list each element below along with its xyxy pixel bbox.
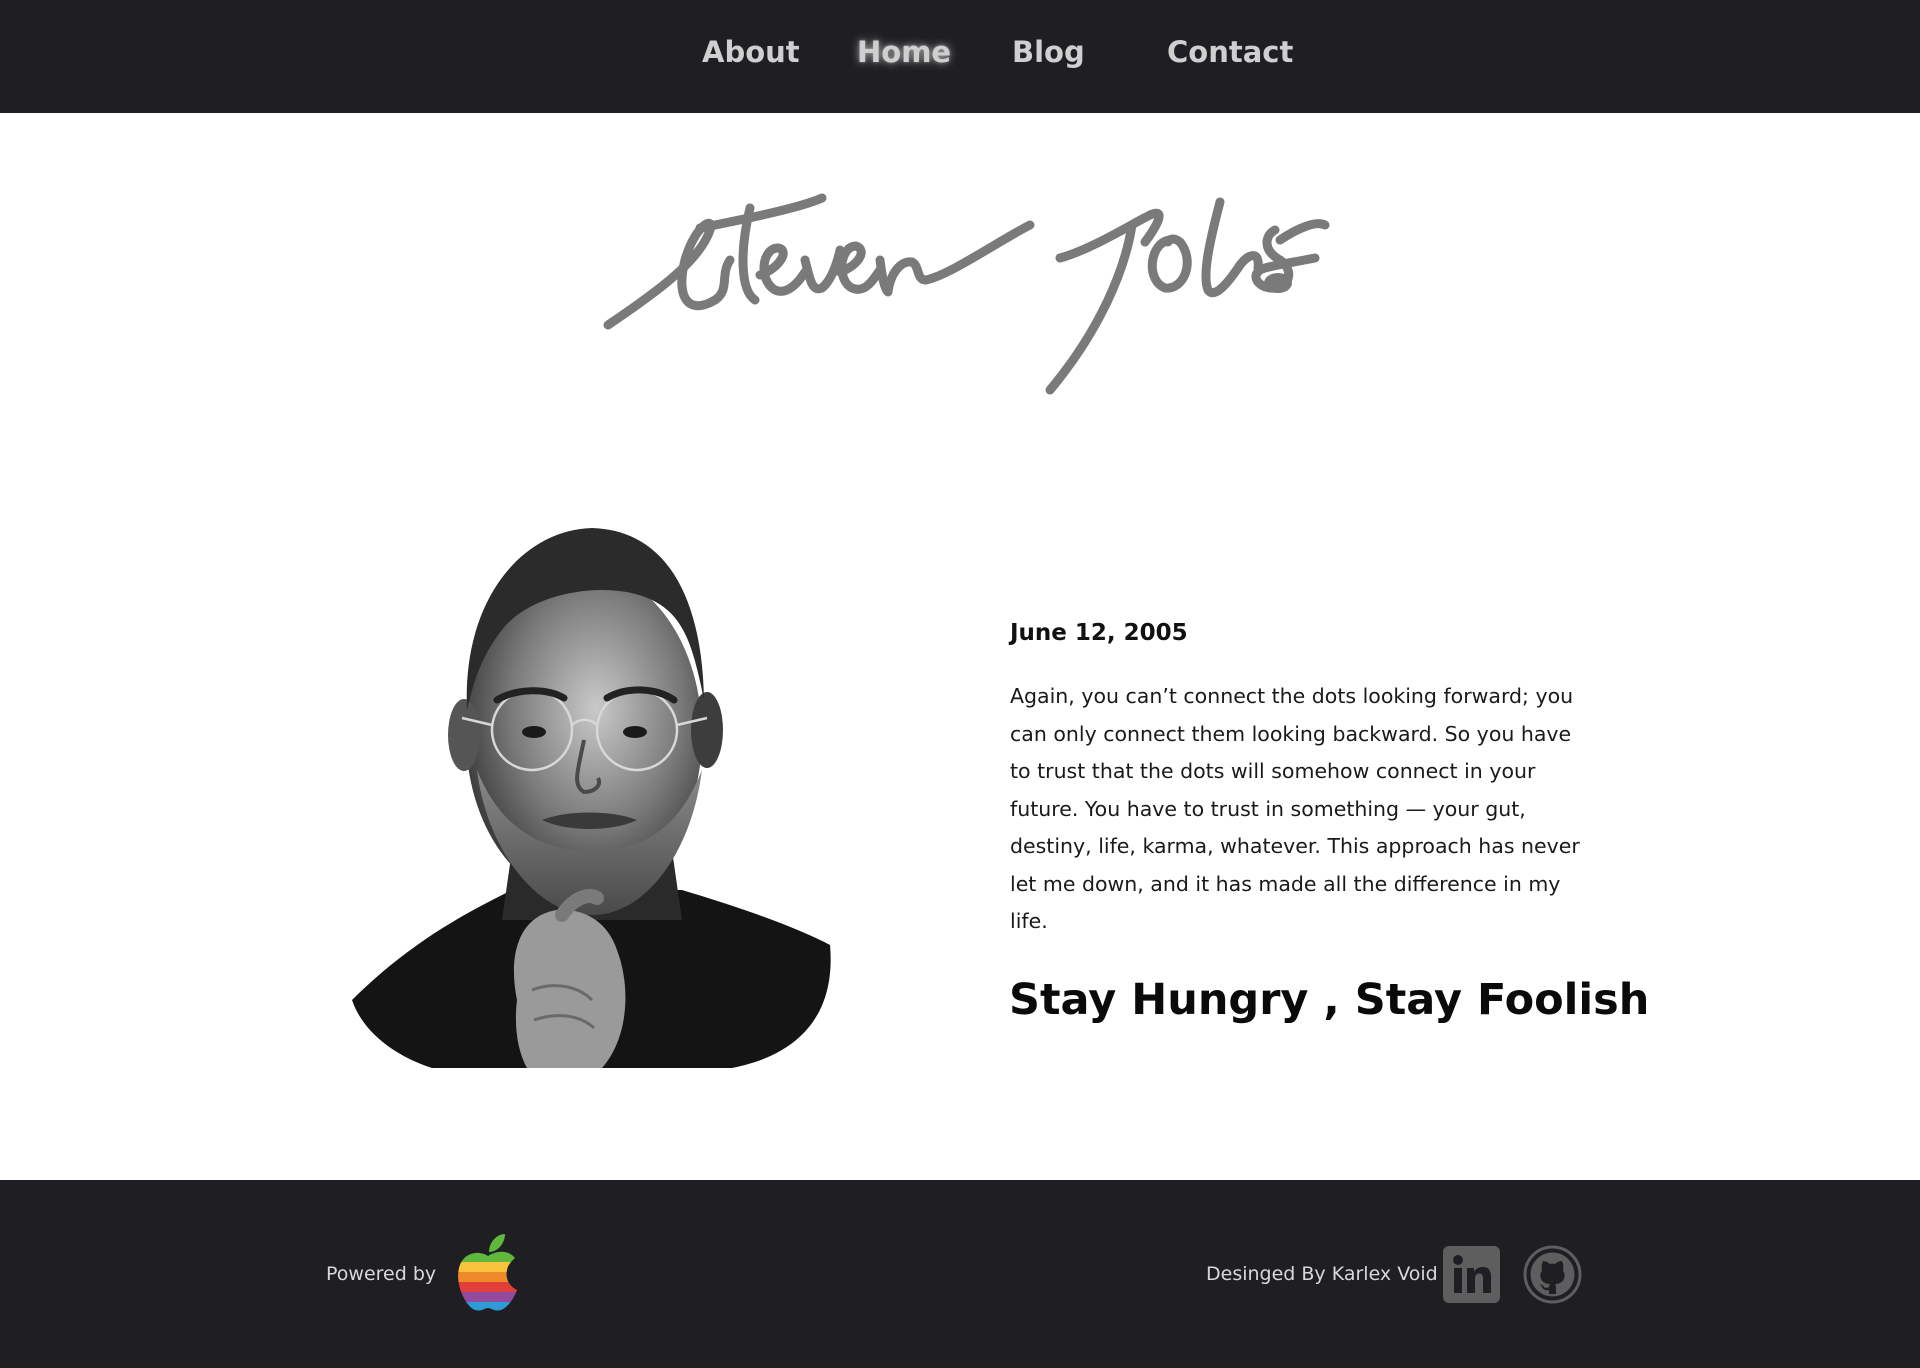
- motto-heading: Stay Hungry , Stay Foolish: [1009, 975, 1650, 1025]
- nav-link-home[interactable]: Home: [857, 30, 951, 74]
- apple-rainbow-logo: [458, 1234, 517, 1311]
- portrait-photo: [352, 528, 831, 1068]
- speech-quote: Again, you can’t connect the dots lookin…: [1010, 684, 1580, 933]
- nav-link-about[interactable]: About: [702, 30, 800, 74]
- speech-date: June 12, 2005: [1010, 620, 1188, 646]
- github-icon[interactable]: [1523, 1245, 1582, 1304]
- nav-link-blog[interactable]: Blog: [1012, 30, 1085, 74]
- nav-link-contact[interactable]: Contact: [1167, 30, 1293, 74]
- linkedin-icon[interactable]: [1443, 1246, 1500, 1303]
- powered-by-label: Powered by: [326, 1263, 437, 1285]
- top-navigation: About Home Blog Contact: [0, 0, 1920, 113]
- designer-credit: Desinged By Karlex Void: [1206, 1263, 1438, 1285]
- footer: [0, 1180, 1920, 1368]
- signature-logo: [603, 193, 1330, 395]
